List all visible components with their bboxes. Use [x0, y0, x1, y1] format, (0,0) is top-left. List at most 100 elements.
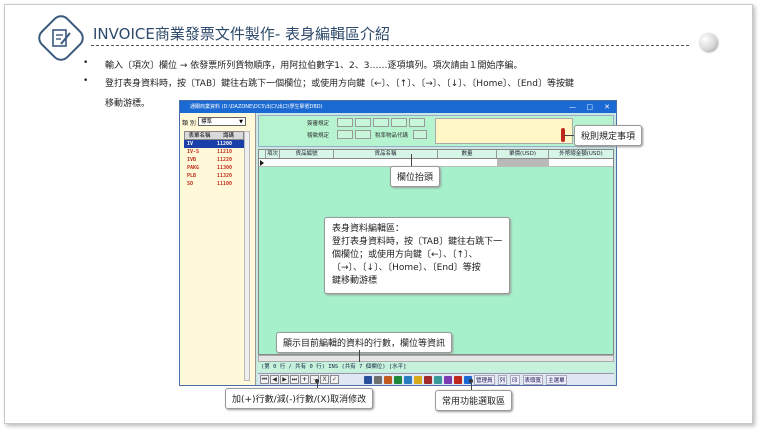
col-item-name[interactable]: 貨品名稱	[334, 150, 438, 158]
callout-column-header: 欄位抬頭	[390, 166, 441, 187]
row-name: PLB	[187, 173, 197, 179]
col-item-no[interactable]: 項次	[266, 150, 280, 158]
form-list-row[interactable]: IV 11200	[184, 140, 244, 148]
print-button[interactable]: 印	[510, 374, 520, 385]
slide: INVOICE商業發票文件製作- 表身編輯區介紹 • 輸入〔項次〕欄位 → 依發…	[4, 4, 753, 424]
callout-add-remove: 加(+)行數/減(-)行數/(X)取消修改	[225, 388, 374, 409]
row-code: 11300	[217, 165, 233, 171]
inspection-field-5[interactable]	[409, 118, 425, 127]
connector	[359, 350, 360, 362]
connector	[564, 135, 574, 136]
chevron-down-icon: ▼	[239, 119, 243, 125]
callout-tax-rules: 稅則規定事項	[574, 125, 643, 146]
row-code: 11200	[217, 141, 233, 147]
form-list-row[interactable]: SO 11100	[184, 180, 244, 188]
row-code: 11210	[217, 149, 233, 155]
row-code: 11100	[217, 181, 233, 187]
row-name: SO	[187, 181, 194, 187]
form-list-header: 表單名稱 識碼	[184, 131, 244, 140]
folder-icon[interactable]	[414, 375, 422, 384]
admin-button[interactable]: 管理員	[474, 374, 495, 385]
form-list-row[interactable]: IV-S 11210	[184, 148, 244, 156]
bullet-mark: •	[83, 76, 89, 86]
minimize-button[interactable]: —	[569, 101, 576, 113]
body-edit-line: 登打表身資料時，按〔TAB〕鍵往右跳下一	[332, 237, 503, 247]
column-button[interactable]: 列	[497, 374, 508, 385]
decorative-bubble	[699, 33, 717, 51]
add-row-button[interactable]: +	[300, 375, 309, 384]
main-menu-button[interactable]: 主選單	[546, 374, 567, 385]
form-list-table: 表單名稱 識碼 IV 11200 IV-S 11210 IVB 11220 PA…	[184, 131, 244, 188]
col-item-code[interactable]: 貨品編號	[280, 150, 334, 158]
col-total-amount[interactable]: 外幣總金額(USD)	[549, 150, 613, 158]
copy-icon[interactable]	[404, 375, 412, 384]
status-bar: (第 0 行 / 共有 0 行) INS (共有 7 個欄位) [水平]	[258, 362, 614, 372]
label-levy-rules: 稽徵規定	[307, 133, 330, 139]
inspection-field-3[interactable]	[373, 118, 389, 127]
body-edit-title: 表身資料編輯區：	[332, 224, 405, 234]
row-name: IV-S	[187, 149, 200, 155]
edit-document-icon	[52, 29, 71, 47]
inspection-field-2[interactable]	[355, 118, 371, 127]
settings-icon[interactable]	[444, 375, 452, 384]
grid-corner	[259, 150, 266, 158]
form-list-row[interactable]: PLB 11320	[184, 172, 244, 180]
search-icon[interactable]	[434, 375, 442, 384]
grid-horizontal-scrollbar[interactable]	[258, 355, 614, 362]
bullet-text-3: 移動游標。	[105, 99, 151, 109]
levy-field-2[interactable]	[355, 130, 371, 139]
row-code: 11320	[217, 173, 233, 179]
row-name: IV	[187, 141, 194, 147]
header-form-name: 表單名稱	[188, 133, 211, 139]
body-edit-line: 個欄位；或使用方向鍵〔←〕、〔↑〕、	[332, 250, 478, 260]
window-titlebar: 通關商業資料 (D:\DAZONE\DC5\出口\出口\學生擊號DBD) — □…	[180, 101, 616, 113]
cancel-edit-button[interactable]: X	[320, 375, 329, 384]
callout-common-functions: 常用功能選取區	[435, 390, 513, 411]
maximize-button[interactable]: □	[586, 101, 593, 113]
category-label: 類 別	[182, 120, 196, 127]
tax-rules-box[interactable]	[435, 118, 573, 144]
bullet-mark: •	[83, 58, 89, 68]
label-inspection-rules: 簽審規定	[307, 121, 330, 127]
delete-icon[interactable]	[424, 375, 432, 384]
sum-icon[interactable]	[394, 375, 402, 384]
row-name: IVB	[187, 157, 197, 163]
header-width-button[interactable]: 表頭寬	[522, 374, 544, 385]
form-list-row[interactable]: IVB 11220	[184, 156, 244, 164]
callout-row-info: 顯示目前編輯的資料的行數，欄位等資訊	[276, 332, 453, 353]
calculator-icon[interactable]	[384, 375, 392, 384]
col-quantity[interactable]: 數量	[438, 150, 497, 158]
levy-field-1[interactable]	[337, 130, 353, 139]
inspection-field-1[interactable]	[337, 118, 353, 127]
form-list-scrollbar[interactable]	[244, 131, 250, 381]
body-edit-line: 鍵移動游標	[332, 276, 378, 286]
unit-price-cell[interactable]	[497, 159, 549, 166]
header-code: 識碼	[222, 133, 234, 139]
confirm-button[interactable]: ✓	[330, 375, 339, 384]
row-code: 11220	[217, 157, 233, 163]
next-record-button[interactable]: ▶	[280, 375, 289, 384]
form-list-row[interactable]: PAKG 11300	[184, 164, 244, 172]
save-icon[interactable]	[364, 375, 372, 384]
callout-body-edit: 表身資料編輯區： 登打表身資料時，按〔TAB〕鍵往右跳下一 個欄位；或使用方向鍵…	[324, 217, 511, 294]
print-icon[interactable]	[374, 375, 382, 384]
prev-record-button[interactable]: ◀	[270, 375, 279, 384]
slide-title: INVOICE商業發票文件製作- 表身編輯區介紹	[93, 25, 391, 43]
connector	[411, 154, 412, 166]
inspection-field-4[interactable]	[391, 118, 407, 127]
grid-header: 項次 貨品編號 貨品名稱 數量 單價(USD) 外幣總金額(USD)	[259, 150, 613, 159]
category-select[interactable]: 標準 ▼	[198, 117, 246, 126]
bullet-text-2: 登打表身資料時，按〔TAB〕鍵往右跳下一個欄位；或使用方向鍵〔←〕、〔↑〕、〔→…	[105, 79, 574, 89]
close-button[interactable]: ✕	[604, 101, 610, 113]
row-pointer-icon	[260, 160, 264, 166]
bullet-text-1: 輸入〔項次〕欄位 → 依發票所列貨物順序，用阿拉伯數字1、2、3……逐項填列。項…	[105, 61, 523, 71]
title-divider	[91, 45, 689, 46]
alert-icon[interactable]	[454, 375, 462, 384]
connector	[317, 381, 318, 388]
col-unit-price[interactable]: 單價(USD)	[497, 150, 549, 158]
label-tax-item-code: 稅率物品代碼	[375, 133, 409, 139]
tax-item-code-field[interactable]	[413, 130, 427, 139]
last-record-button[interactable]: ⏭	[290, 375, 299, 384]
form-list-panel: 類 別 標準 ▼ 表單名稱 識碼 IV 11200 IV-S 11210 IVB…	[180, 113, 256, 385]
first-record-button[interactable]: ⏮	[260, 375, 269, 384]
